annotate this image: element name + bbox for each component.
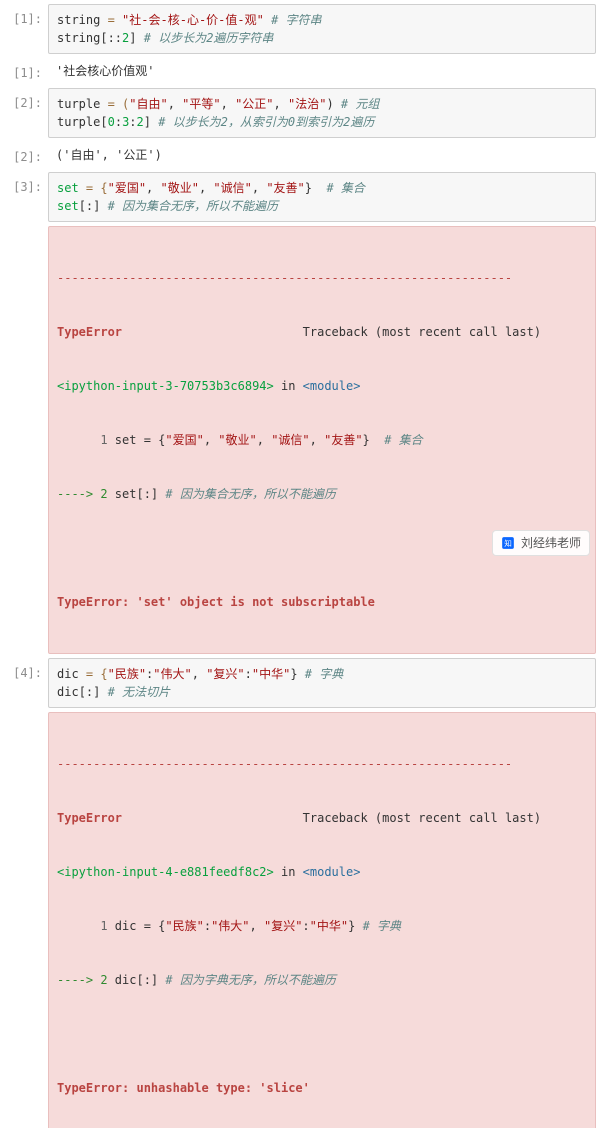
input-cell-2: [2]: turple = ("自由", "平等", "公正", "法治") #… xyxy=(4,88,596,138)
error-cell-4: ----------------------------------------… xyxy=(4,712,596,1128)
code-box-1[interactable]: string = "社-会-核-心-价-值-观" # 字符串 string[::… xyxy=(48,4,596,54)
input-prompt-2: [2]: xyxy=(4,88,48,112)
code-line: string[::2] # 以步长为2遍历字符串 xyxy=(57,29,587,47)
output-cell-2: [2]: ('自由', '公正') xyxy=(4,142,596,168)
svg-text:知: 知 xyxy=(504,538,512,548)
code-line: dic[:] # 无法切片 xyxy=(57,683,587,701)
output-prompt-2: [2]: xyxy=(4,142,48,166)
zhihu-icon: 知 xyxy=(501,536,515,550)
input-cell-1: [1]: string = "社-会-核-心-价-值-观" # 字符串 stri… xyxy=(4,4,596,54)
input-prompt-1: [1]: xyxy=(4,4,48,28)
code-line: set[:] # 因为集合无序，所以不能遍历 xyxy=(57,197,587,215)
output-text-2: ('自由', '公正') xyxy=(48,142,596,168)
watermark: 知 刘经纬老师 xyxy=(492,530,590,556)
code-box-4[interactable]: dic = {"民族":"伟大", "复兴":"中华"} # 字典 dic[:]… xyxy=(48,658,596,708)
output-cell-1: [1]: '社会核心价值观' xyxy=(4,58,596,84)
code-line: set = {"爱国", "敬业", "诚信", "友善"} # 集合 xyxy=(57,179,587,197)
error-cell-3: ----------------------------------------… xyxy=(4,226,596,654)
input-cell-3: [3]: set = {"爱国", "敬业", "诚信", "友善"} # 集合… xyxy=(4,172,596,222)
error-prompt-4 xyxy=(4,712,48,718)
error-box-4: ----------------------------------------… xyxy=(48,712,596,1128)
output-text-1: '社会核心价值观' xyxy=(48,58,596,84)
input-cell-4: [4]: dic = {"民族":"伟大", "复兴":"中华"} # 字典 d… xyxy=(4,658,596,708)
watermark-text: 刘经纬老师 xyxy=(521,534,581,552)
error-box-3: ----------------------------------------… xyxy=(48,226,596,654)
code-line: turple[0:3:2] # 以步长为2，从索引为0到索引为2遍历 xyxy=(57,113,587,131)
code-line: turple = ("自由", "平等", "公正", "法治") # 元组 xyxy=(57,95,587,113)
error-prompt-3 xyxy=(4,226,48,232)
code-box-3[interactable]: set = {"爱国", "敬业", "诚信", "友善"} # 集合 set[… xyxy=(48,172,596,222)
error-message-3: TypeError: 'set' object is not subscript… xyxy=(57,595,375,609)
output-prompt-1: [1]: xyxy=(4,58,48,82)
code-line: dic = {"民族":"伟大", "复兴":"中华"} # 字典 xyxy=(57,665,587,683)
input-prompt-3: [3]: xyxy=(4,172,48,196)
error-message-4: TypeError: unhashable type: 'slice' xyxy=(57,1081,310,1095)
input-prompt-4: [4]: xyxy=(4,658,48,682)
code-box-2[interactable]: turple = ("自由", "平等", "公正", "法治") # 元组 t… xyxy=(48,88,596,138)
code-line: string = "社-会-核-心-价-值-观" # 字符串 xyxy=(57,11,587,29)
